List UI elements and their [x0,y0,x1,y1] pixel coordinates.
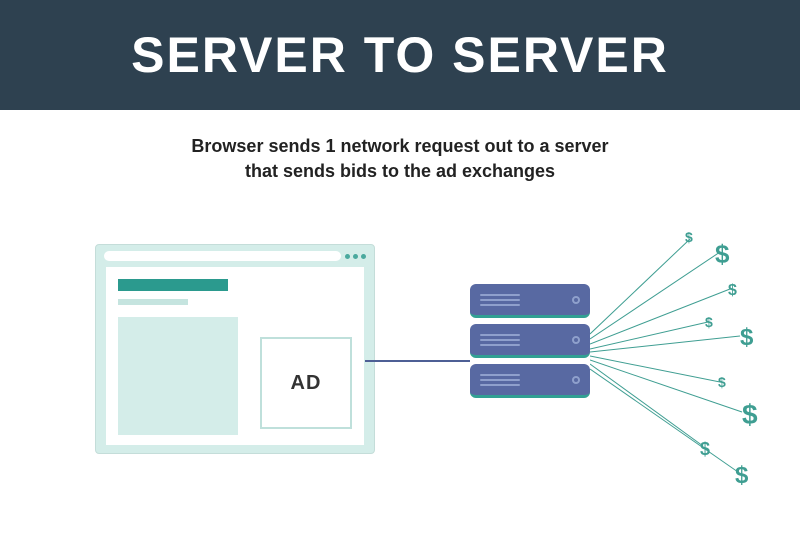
dollar-sign-icon: $ [742,399,758,431]
dollar-sign-icon: $ [715,239,729,270]
server-unit-icon [470,284,590,318]
window-controls-icon [345,254,366,259]
dollar-sign-icon: $ [728,282,737,300]
bid-rays-icon [590,224,790,484]
subtitle-line2: that sends bids to the ad exchanges [245,161,555,181]
address-bar-icon [104,251,341,261]
server-led-icon [572,296,580,304]
page-heading-icon [118,279,228,291]
subtitle-line1: Browser sends 1 network request out to a… [191,136,608,156]
server-stack-icon [470,284,590,398]
server-led-icon [572,336,580,344]
dollar-sign-icon: $ [735,462,748,490]
dollar-sign-icon: $ [685,229,693,245]
connector-line-icon [365,360,470,362]
page-content-block-icon [118,317,238,435]
browser-viewport: AD [106,267,364,445]
page-subheading-icon [118,299,188,305]
diagram-area: AD $ $ $ $ $ $ $ $ $ [0,224,800,524]
ad-slot: AD [260,337,352,429]
browser-window: AD [95,244,375,454]
header-banner: SERVER TO SERVER [0,0,800,110]
browser-chrome [96,245,374,267]
server-unit-icon [470,324,590,358]
dollar-sign-icon: $ [740,324,753,352]
page-title: SERVER TO SERVER [131,26,669,84]
ad-label: AD [291,372,322,395]
subtitle: Browser sends 1 network request out to a… [0,134,800,184]
dollar-sign-icon: $ [700,439,710,460]
server-unit-icon [470,364,590,398]
dollar-sign-icon: $ [705,314,713,330]
server-led-icon [572,376,580,384]
dollar-sign-icon: $ [718,374,726,390]
